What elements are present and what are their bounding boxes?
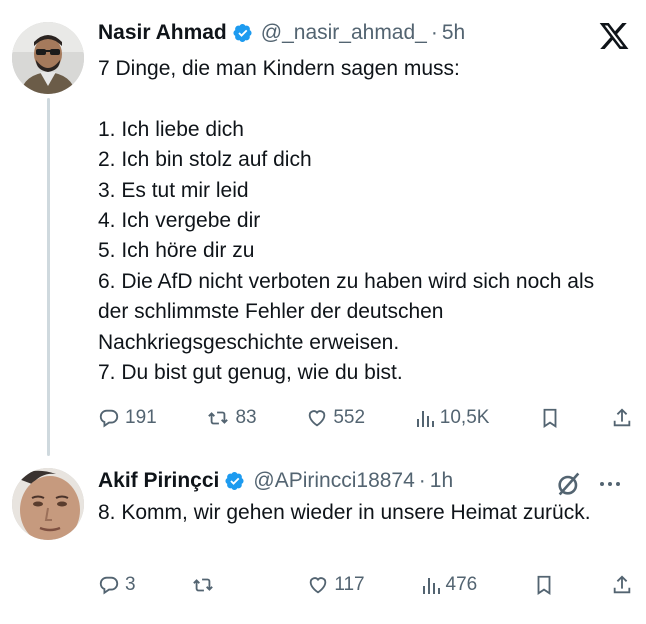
heart-icon	[309, 410, 326, 427]
repost-icon	[208, 411, 229, 425]
repost-button[interactable]	[191, 574, 251, 596]
bookmark-button[interactable]	[539, 407, 561, 429]
reply-icon	[99, 576, 119, 595]
verified-badge-icon	[233, 24, 252, 42]
views-button[interactable]: 476	[421, 574, 478, 596]
repost-count: 83	[235, 407, 257, 428]
main-post[interactable]: Nasir Ahmad @_nasir_ahmad_ · 5h 7 Dinge,…	[0, 0, 646, 456]
avatar[interactable]	[12, 468, 84, 540]
reply-post[interactable]: Akif Pirinçci @APirincci18874 · 1h 8. Ko…	[0, 456, 646, 624]
avatar[interactable]	[12, 22, 84, 94]
reply-header: Akif Pirinçci @APirincci18874 · 1h	[98, 466, 453, 496]
share-button[interactable]	[611, 407, 633, 429]
post-time[interactable]: 5h	[442, 21, 465, 45]
reply-count: 191	[125, 407, 157, 428]
views-button[interactable]: 10,5K	[415, 407, 490, 429]
reply-button[interactable]: 3	[98, 574, 136, 596]
verified-badge-icon	[225, 472, 244, 490]
grok-icon[interactable]	[555, 470, 583, 498]
repost-icon	[193, 578, 214, 592]
avatar-image	[12, 468, 84, 540]
avatar-image	[12, 22, 84, 94]
reply-button[interactable]: 191	[98, 407, 157, 429]
post-actions: 191 83 552 10,5K	[98, 403, 633, 433]
author-handle[interactable]: @_nasir_ahmad_	[261, 21, 427, 45]
separator-dot: ·	[430, 21, 438, 44]
post-text: 7 Dinge, die man Kindern sagen muss: 1. …	[98, 57, 595, 385]
bookmark-button[interactable]	[533, 574, 555, 596]
separator-dot: ·	[418, 469, 426, 492]
views-icon	[416, 411, 434, 427]
reply-text: 8. Komm, wir gehen wieder in unsere Heim…	[98, 501, 591, 524]
more-icon[interactable]	[596, 470, 624, 498]
bookmark-icon	[537, 575, 551, 595]
bookmark-icon	[543, 408, 557, 428]
reply-actions: 3 117 476	[98, 570, 633, 600]
share-icon	[613, 408, 631, 427]
views-count: 476	[445, 574, 478, 595]
like-button[interactable]: 117	[307, 574, 365, 596]
author-handle[interactable]: @APirincci18874	[253, 469, 414, 493]
like-count: 552	[333, 407, 366, 428]
author-name[interactable]: Akif Pirinçci	[98, 469, 219, 493]
reply-time[interactable]: 1h	[430, 469, 453, 493]
share-button[interactable]	[611, 574, 633, 596]
views-count: 10,5K	[439, 407, 490, 428]
reply-icon	[99, 409, 119, 428]
post-header: Nasir Ahmad @_nasir_ahmad_ · 5h	[98, 18, 465, 48]
author-name[interactable]: Nasir Ahmad	[98, 21, 227, 45]
like-count: 117	[334, 574, 365, 595]
reply-count: 3	[125, 574, 136, 595]
views-icon	[422, 578, 440, 594]
repost-button[interactable]: 83	[206, 407, 257, 429]
thread-line	[47, 98, 50, 456]
heart-icon	[310, 577, 327, 594]
share-icon	[613, 575, 631, 594]
like-button[interactable]: 552	[306, 407, 365, 429]
